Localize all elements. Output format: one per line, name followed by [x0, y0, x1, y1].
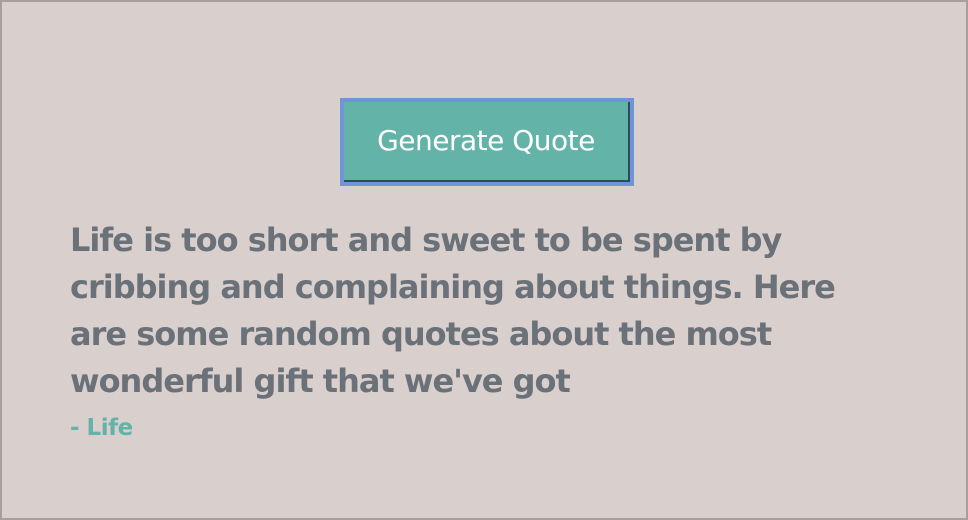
generate-quote-button[interactable]: Generate Quote	[344, 102, 630, 182]
quote-text: Life is too short and sweet to be spent …	[70, 221, 836, 400]
quote-author: - Life	[70, 415, 133, 441]
app-frame: Generate Quote Life is too short and swe…	[0, 0, 968, 520]
generate-quote-focus-ring: Generate Quote	[340, 98, 634, 186]
